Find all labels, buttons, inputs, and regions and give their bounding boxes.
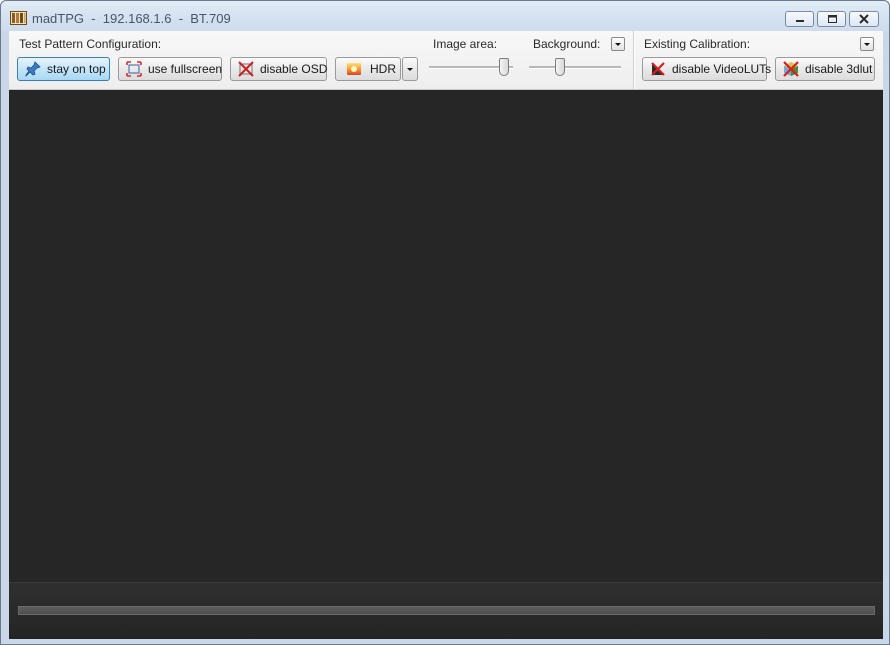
3dlut-disabled-icon [783, 61, 799, 77]
disable-osd-button[interactable]: disable OSD [230, 57, 327, 81]
stay-on-top-label: stay on top [47, 62, 106, 76]
madtpg-app-icon [10, 11, 27, 25]
close-button[interactable] [849, 11, 879, 27]
toolbar: Test Pattern Configuration: stay on top … [9, 31, 883, 90]
minimize-icon [796, 20, 804, 22]
existing-calibration-label: Existing Calibration: [644, 37, 751, 51]
window-title: madTPG - 192.168.1.6 - BT.709 [32, 11, 231, 26]
disable-videoluts-button[interactable]: disable VideoLUTs [642, 57, 771, 81]
disable-osd-label: disable OSD [260, 62, 328, 76]
disable-3dlut-button[interactable]: disable 3dlut [775, 57, 875, 81]
maximize-button[interactable] [817, 11, 846, 27]
minimize-button[interactable] [785, 11, 814, 27]
use-fullscreen-button[interactable]: use fullscreen [118, 57, 222, 81]
maximize-icon [828, 15, 837, 23]
background-label: Background: [533, 37, 601, 51]
hdr-dropdown-button[interactable] [402, 57, 418, 81]
title-bar[interactable]: madTPG - 192.168.1.6 - BT.709 [1, 1, 889, 31]
test-pattern-configuration-label: Test Pattern Configuration: [19, 37, 162, 51]
osd-disabled-icon [238, 61, 254, 77]
disable-videoluts-label: disable VideoLUTs [672, 62, 772, 76]
background-slider-thumb[interactable] [555, 58, 565, 76]
background-slider-track[interactable] [529, 66, 621, 69]
hdr-button[interactable]: HDR [335, 57, 401, 81]
image-area-slider-thumb[interactable] [499, 58, 509, 76]
disable-3dlut-label: disable 3dlut [805, 62, 873, 76]
client-area: Test Pattern Configuration: stay on top … [9, 31, 883, 639]
fullscreen-icon [126, 61, 142, 77]
hdr-icon [347, 63, 361, 75]
pin-icon [25, 61, 41, 77]
use-fullscreen-label: use fullscreen [148, 62, 223, 76]
app-window: madTPG - 192.168.1.6 - BT.709 Test Patte… [0, 0, 890, 645]
toolbar-separator [633, 31, 635, 89]
stay-on-top-button[interactable]: stay on top [17, 57, 110, 81]
progress-bar [18, 606, 875, 615]
background-dropdown-button[interactable] [611, 37, 625, 51]
calibration-dropdown-button[interactable] [860, 37, 874, 51]
bottom-panel [9, 582, 883, 639]
image-area-label: Image area: [433, 37, 498, 51]
hdr-label: HDR [370, 62, 396, 76]
close-icon [859, 14, 869, 24]
videoluts-disabled-icon [651, 62, 665, 76]
test-pattern-area [9, 90, 883, 582]
